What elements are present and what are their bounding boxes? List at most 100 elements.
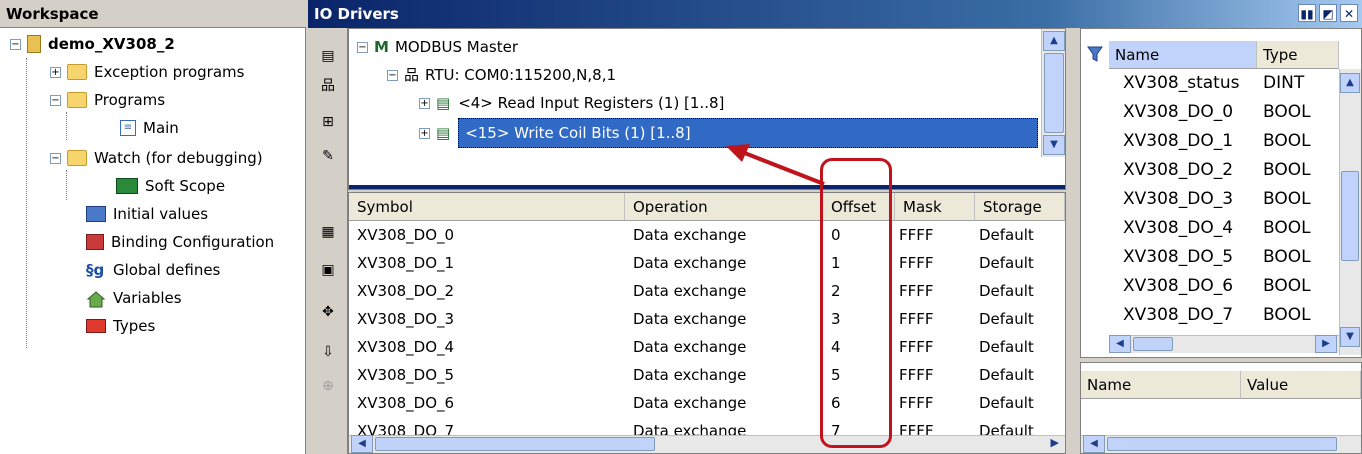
tree-item-label: MODBUS Master [394,38,519,56]
table-row[interactable]: XV308_DO_2 Data exchange 2 FFFF Default [349,277,1065,305]
insert-row-icon[interactable]: ▦ [318,222,338,242]
collapse-icon[interactable]: − [387,69,398,81]
tree-vertical-scrollbar[interactable]: ▲ ▼ [1041,29,1065,157]
scroll-up-icon[interactable]: ▲ [1340,73,1360,93]
variables-vertical-scrollbar[interactable]: ▲ ▼ [1339,69,1361,355]
tree-item-types[interactable]: Types [86,312,155,340]
map-variables-icon[interactable]: ▣ [318,260,338,280]
variable-row[interactable]: XV308_DO_4 BOOL [1109,214,1339,242]
tree-item-variables[interactable]: Variables [86,284,182,312]
io-vertical-toolbar: ▤ 品 ⊞ ✎ ▦ ▣ ✥ ⇩ ⊕ [308,28,348,454]
variable-row[interactable]: XV308_DO_3 BOOL [1109,185,1339,213]
col-header-mask[interactable]: Mask [895,193,975,221]
cell-operation: Data exchange [633,254,747,272]
col-header-watch-name[interactable]: Name [1081,371,1241,399]
variable-name: XV308_DO_5 [1123,247,1234,267]
variable-type: BOOL [1263,189,1311,209]
table-row[interactable]: XV308_DO_6 Data exchange 6 FFFF Default [349,389,1065,417]
collapse-icon[interactable]: − [357,41,368,53]
table-row[interactable]: XV308_DO_4 Data exchange 4 FFFF Default [349,333,1065,361]
scroll-right-icon[interactable]: ▶ [1051,436,1059,449]
tree-item-main[interactable]: ≡ Main [120,114,179,142]
link-icon[interactable]: ✥ [318,302,338,322]
variable-row[interactable]: XV308_DO_2 BOOL [1109,156,1339,184]
sort-icon[interactable]: ⇩ [318,342,338,362]
add-disabled-icon: ⊕ [322,378,334,394]
expand-icon[interactable]: + [419,97,430,109]
table-row[interactable]: XV308_DO_5 Data exchange 5 FFFF Default [349,361,1065,389]
variable-name: XV308_DO_1 [1123,131,1234,151]
network-icon[interactable]: 品 [318,76,338,96]
tree-item-binding-configuration[interactable]: Binding Configuration [86,228,274,256]
properties-icon[interactable]: ▤ [318,46,338,66]
close-icon[interactable]: ✕ [1340,4,1358,22]
col-header-type[interactable]: Type [1257,41,1339,69]
tree-item-programs[interactable]: − Programs [50,86,165,114]
col-header-symbol[interactable]: Symbol [349,193,625,221]
table-row[interactable]: XV308_DO_0 Data exchange 0 FFFF Default [349,221,1065,249]
tree-item-label: Soft Scope [145,177,226,195]
scroll-thumb[interactable] [1133,337,1173,351]
tree-item-soft-scope[interactable]: Soft Scope [116,172,225,200]
cell-operation: Data exchange [633,310,747,328]
tile-icon[interactable]: ▮▮ [1298,4,1316,22]
cell-operation: Data exchange [633,226,747,244]
scroll-thumb[interactable] [1107,437,1337,451]
scroll-thumb[interactable] [375,437,655,451]
tree-item-global-defines[interactable]: §g Global defines [86,256,220,284]
col-header-watch-value[interactable]: Value [1241,371,1361,399]
tree-item-watch[interactable]: − Watch (for debugging) [50,144,263,172]
variables-horizontal-scrollbar[interactable]: ◀ ▶ [1109,335,1339,353]
restore-icon[interactable]: ◩ [1319,4,1337,22]
expand-icon[interactable]: + [50,66,61,78]
tree-item-label: Types [113,317,156,335]
scroll-down-icon[interactable]: ▼ [1043,135,1065,155]
col-header-operation[interactable]: Operation [625,193,823,221]
tree-root[interactable]: − demo_XV308_2 [10,30,175,58]
scroll-left-icon[interactable]: ◀ [351,435,373,453]
register-icon: ▤ [436,124,451,142]
tree-read-input-registers[interactable]: + ▤ <4> Read Input Registers (1) [1..8] [419,89,724,117]
network-icon: 品 [404,66,420,84]
tree-item-label: Initial values [113,205,209,223]
folder-icon [67,150,87,166]
expand-icon[interactable]: + [419,127,430,139]
variable-row[interactable]: XV308_DO_0 BOOL [1109,98,1339,126]
tree-item-exception-programs[interactable]: + Exception programs [50,58,244,86]
scroll-up-icon[interactable]: ▲ [1043,31,1065,51]
scroll-thumb[interactable] [1044,53,1064,133]
variable-type: BOOL [1263,276,1311,296]
table-row[interactable]: XV308_DO_3 Data exchange 3 FFFF Default [349,305,1065,333]
variable-row[interactable]: XV308_status DINT [1109,69,1339,97]
tree-item-label: Exception programs [94,63,245,81]
collapse-icon[interactable]: − [10,38,21,50]
col-header-storage[interactable]: Storage [975,193,1065,221]
scroll-right-icon[interactable]: ▶ [1315,335,1337,353]
variable-name: XV308_DO_0 [1123,102,1234,122]
tree-item-label: Watch (for debugging) [94,149,263,167]
variable-row[interactable]: XV308_DO_5 BOOL [1109,243,1339,271]
settings-icon[interactable]: ✎ [318,146,338,166]
cell-mask: FFFF [899,338,934,356]
scroll-thumb[interactable] [1341,171,1359,261]
variable-row[interactable]: XV308_DO_7 BOOL [1109,301,1339,329]
splitter-bar[interactable] [349,185,1065,189]
variable-row[interactable]: XV308_DO_1 BOOL [1109,127,1339,155]
grid-horizontal-scrollbar[interactable]: ◀ ▶ [349,435,1065,453]
variable-row[interactable]: XV308_DO_6 BOOL [1109,272,1339,300]
tree-rtu[interactable]: − 品 RTU: COM0:115200,N,8,1 [387,61,616,89]
add-device-icon[interactable]: ⊞ [318,112,338,132]
variable-type: BOOL [1263,160,1311,180]
table-row[interactable]: XV308_DO_1 Data exchange 1 FFFF Default [349,249,1065,277]
col-header-name[interactable]: Name [1109,41,1257,69]
tree-modbus-master[interactable]: − M MODBUS Master [357,33,518,61]
collapse-icon[interactable]: − [50,94,61,106]
scroll-left-icon[interactable]: ◀ [1109,335,1131,353]
variable-type: BOOL [1263,247,1311,267]
collapse-icon[interactable]: − [50,152,61,164]
tree-item-initial-values[interactable]: Initial values [86,200,208,228]
scroll-left-icon[interactable]: ◀ [1083,435,1105,453]
watch-horizontal-scrollbar[interactable]: ◀ [1081,435,1361,453]
filter-icon[interactable] [1087,45,1103,63]
scroll-down-icon[interactable]: ▼ [1340,327,1360,347]
